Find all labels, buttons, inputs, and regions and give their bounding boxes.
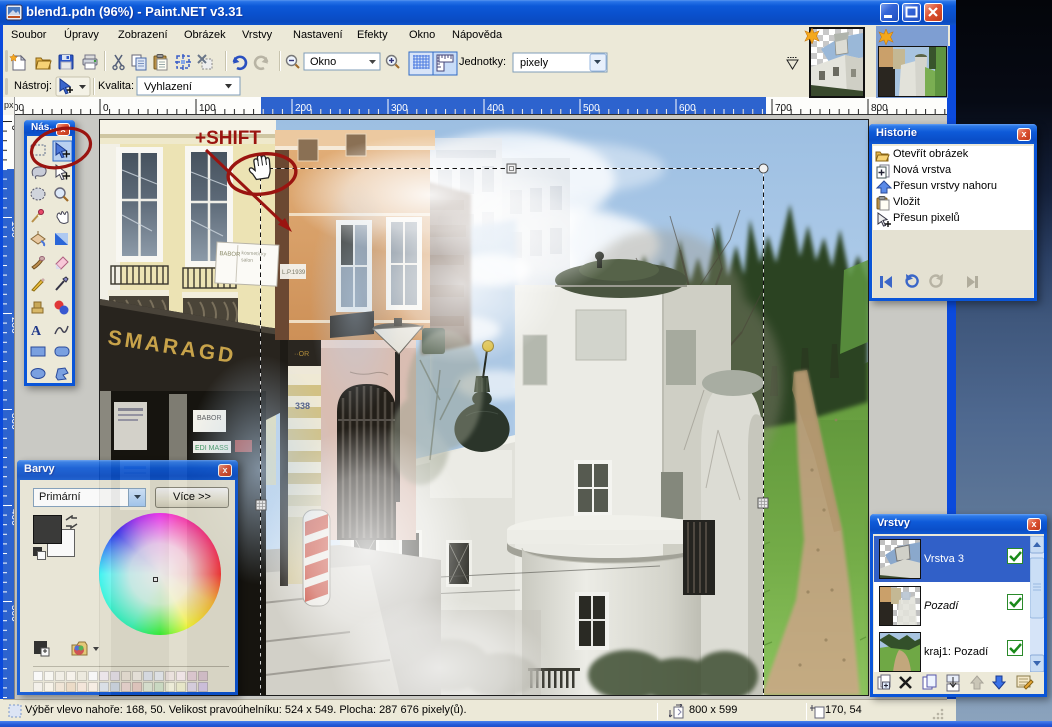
svg-text:500: 500 — [583, 103, 600, 114]
svg-text:salon: salon — [241, 257, 253, 264]
svg-text:Vyhlazení: Vyhlazení — [144, 81, 192, 93]
svg-text:L.P.1939: L.P.1939 — [282, 270, 306, 276]
svg-text:600: 600 — [679, 103, 696, 114]
svg-text:200: 200 — [295, 103, 312, 114]
svg-text:pixely: pixely — [520, 57, 549, 69]
svg-text:0: 0 — [103, 103, 109, 114]
svg-text:100: 100 — [199, 103, 216, 114]
svg-text:700: 700 — [775, 103, 792, 114]
svg-text:Okno: Okno — [310, 56, 336, 68]
svg-text:300: 300 — [391, 103, 408, 114]
svg-text:400: 400 — [487, 103, 504, 114]
svg-text:BABOR: BABOR — [219, 251, 241, 258]
svg-text:800: 800 — [871, 103, 888, 114]
svg-text:Jednotky:: Jednotky: — [459, 56, 506, 68]
svg-text:A: A — [31, 324, 42, 339]
svg-text:··OR: ··OR — [294, 351, 309, 358]
